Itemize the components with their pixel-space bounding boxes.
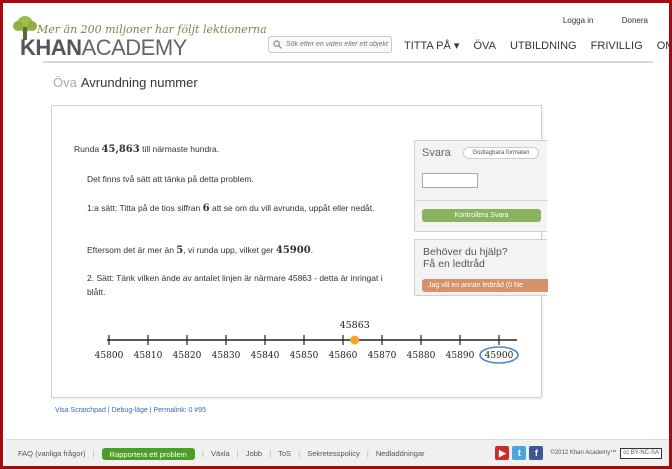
marked-value-label: 45863 xyxy=(340,320,370,331)
facebook-icon[interactable]: f xyxy=(529,446,544,460)
number-line: 45800 45810 45820 45830 45840 45850 45860 45870… xyxy=(95,320,519,364)
nav-about[interactable]: OM xyxy=(657,40,669,52)
get-hint-button[interactable]: Jag vill en annan ledtråd (0 Ne xyxy=(422,279,548,292)
page-title: Öva Avrundning nummer xyxy=(53,75,198,90)
footer: FAQ (vanliga frågor) | Rapportera ett pr… xyxy=(6,439,669,466)
youtube-icon[interactable]: ▶ xyxy=(495,446,510,460)
nav-practice[interactable]: ÖVA xyxy=(474,40,496,52)
search-box[interactable] xyxy=(268,36,392,53)
header: Mer än 200 miljoner har följt lektionern… xyxy=(6,6,669,64)
number-line-tick-label: 45840 xyxy=(251,351,280,361)
twitter-icon[interactable]: t xyxy=(512,446,527,460)
logo-wordmark: KHANACADEMY xyxy=(20,35,187,60)
check-answer-button[interactable]: Kontrollera Svara xyxy=(422,209,541,222)
problem-statement: Runda 45,863 till närmaste hundra. xyxy=(74,144,220,155)
acceptable-formats-button[interactable]: Godtagbara formaten xyxy=(463,147,539,159)
search-icon xyxy=(273,40,282,49)
hint-intro: Det finns två sätt att tänka på detta pr… xyxy=(87,174,254,184)
number-line-tick-label: 45850 xyxy=(290,351,319,361)
number-line-tick-label: 45820 xyxy=(173,351,202,361)
marked-point xyxy=(350,335,360,345)
window-frame: Mer än 200 miljoner har följt lektionern… xyxy=(0,0,672,469)
login-link[interactable]: Logga in xyxy=(563,16,594,25)
nav-coach[interactable]: UTBILDNING xyxy=(510,40,577,52)
nav-watch[interactable]: TITTA PÅ ▾ xyxy=(404,39,459,52)
footer-link-downloads[interactable]: Nedladdningar xyxy=(376,449,425,458)
report-problem-button[interactable]: Rapportera ett problem xyxy=(101,448,195,460)
main-nav: TITTA PÅ ▾ ÖVA UTBILDNING FRIVILLIG OM xyxy=(404,39,669,52)
number-line-tick-label: 45860 xyxy=(329,351,358,361)
number-line-tick-label: 45890 xyxy=(446,351,475,361)
number-line-tick-label: 45800 xyxy=(95,351,124,361)
footer-link-privacy[interactable]: Sekretesspolicy xyxy=(307,449,360,458)
panel-divider xyxy=(415,200,548,201)
scratchpad-link[interactable]: Visa Scratchpad xyxy=(55,407,106,414)
donate-link[interactable]: Donera xyxy=(622,16,648,25)
nav-volunteer[interactable]: FRIVILLIG xyxy=(591,40,643,52)
creative-commons-badge[interactable]: cc BY-NC-SA xyxy=(620,447,662,459)
debug-link[interactable]: Debug-läge xyxy=(112,407,148,414)
khan-academy-logo[interactable]: Mer än 200 miljoner har följt lektionern… xyxy=(10,11,267,61)
copyright-text: ©2012 Khan Academy™ xyxy=(550,450,617,456)
number-line-tick-label: 45870 xyxy=(368,351,397,361)
hint-method-2: 2. Sätt: Tänk vilken ände av antalet lin… xyxy=(87,273,383,297)
number-line-tick-label: 45900 xyxy=(485,351,514,361)
footer-social: ▶ t f ©2012 Khan Academy™ cc BY-NC-SA xyxy=(495,446,662,460)
number-line-tick-label: 45810 xyxy=(134,351,163,361)
number-line-tick-label: 45830 xyxy=(212,351,241,361)
footer-link-tos[interactable]: ToS xyxy=(278,449,291,458)
header-divider xyxy=(43,61,653,63)
top-links: Logga in Donera xyxy=(537,16,648,25)
footer-links: FAQ (vanliga frågor) | Rapportera ett pr… xyxy=(18,448,425,460)
answer-input[interactable] xyxy=(422,173,478,188)
permalink-link[interactable]: Permalink: 0 #95 xyxy=(154,407,207,414)
hint-method-1: 1:a sätt: Titta på de tios siffran 6 att… xyxy=(87,203,375,214)
answer-panel: Svara Godtagbara formaten Kontrollera Sv… xyxy=(414,140,548,232)
number-line-tick-label: 45880 xyxy=(407,351,436,361)
answer-title: Svara xyxy=(422,147,451,159)
hint-title: Behöver du hjälp? Få en ledtråd xyxy=(423,246,508,270)
faq-link[interactable]: FAQ (vanliga frågor) xyxy=(18,449,86,458)
hint-round-up: Eftersom det är mer än 5, vi runda upp, … xyxy=(87,245,314,256)
problem-number: 45,863 xyxy=(101,144,140,155)
footer-link-jobs[interactable]: Jobb xyxy=(246,449,262,458)
hint-panel: Behöver du hjälp? Få en ledtråd Jag vill… xyxy=(414,239,548,296)
exercise-links: Visa Scratchpad | Debug-läge | Permalink… xyxy=(55,407,207,414)
footer-link-switch[interactable]: Växla xyxy=(211,449,230,458)
search-input[interactable] xyxy=(286,38,390,51)
